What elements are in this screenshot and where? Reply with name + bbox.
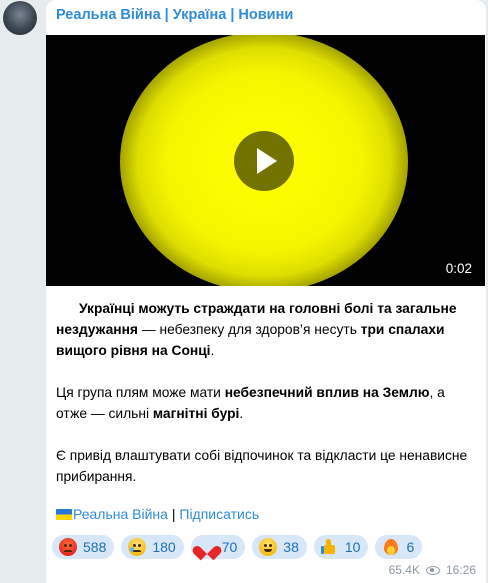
post-footer: Реальна Війна | Підписатись xyxy=(56,506,259,522)
channel-title[interactable]: Реальна Війна | Україна | Новини xyxy=(56,7,293,23)
reaction-thumbs-up[interactable]: 10 xyxy=(313,535,369,559)
crying-face-icon xyxy=(128,538,147,556)
post-text: Українці можуть страждати на головні бол… xyxy=(56,298,476,487)
reaction-heart[interactable]: 70 xyxy=(190,535,246,559)
channel-avatar[interactable] xyxy=(3,1,37,35)
message-bubble: Реальна Війна | Україна | Новини 0:02 Ук… xyxy=(46,0,486,583)
post-text-3: Ця група плям може мати xyxy=(56,385,225,400)
angry-face-icon xyxy=(59,538,77,556)
message-meta: 65.4K 16:26 xyxy=(389,563,476,577)
reaction-count: 6 xyxy=(406,539,415,555)
ukraine-flag-icon xyxy=(56,509,72,520)
reaction-grin[interactable]: 38 xyxy=(252,535,307,559)
message-time: 16:26 xyxy=(445,563,476,577)
reaction-count: 10 xyxy=(344,539,361,555)
post-text-5: . xyxy=(239,406,244,421)
reaction-count: 180 xyxy=(152,539,176,555)
footer-separator: | xyxy=(167,506,180,522)
reaction-fire[interactable]: 6 xyxy=(375,535,423,559)
post-text-2: . xyxy=(210,343,215,358)
subscribe-link[interactable]: Підписатись xyxy=(179,506,259,522)
view-count: 65.4K xyxy=(388,563,420,577)
reaction-count: 588 xyxy=(83,539,107,555)
play-button[interactable] xyxy=(234,131,294,191)
grinning-face-icon xyxy=(259,538,278,556)
post-paragraph-3: Є привід влаштувати собі відпочинок та в… xyxy=(56,448,468,484)
post-text-1: — небезпеку для здоров’я несуть xyxy=(137,322,361,337)
fire-icon xyxy=(382,538,400,556)
reaction-count: 38 xyxy=(283,539,299,555)
video-player[interactable]: 0:02 xyxy=(46,35,485,286)
views-eye-icon xyxy=(425,565,440,575)
post-paragraph-1: Українці можуть страждати на головні бол… xyxy=(56,298,476,361)
post-bold-4: магнітні бурі xyxy=(152,406,240,421)
channel-link[interactable]: Реальна Війна xyxy=(73,506,168,522)
reaction-crying[interactable]: 180 xyxy=(121,535,184,559)
thumbs-up-icon xyxy=(320,538,339,556)
post-paragraph-2: Ця група плям може мати небезпечний впли… xyxy=(56,382,476,424)
red-heart-icon xyxy=(198,538,216,556)
reaction-count: 70 xyxy=(221,539,238,555)
video-duration: 0:02 xyxy=(445,261,472,276)
reaction-angry[interactable]: 588 xyxy=(52,535,115,559)
reactions-bar: 588 180 70 38 10 6 xyxy=(52,535,423,559)
post-bold-3: небезпечний вплив на Землю xyxy=(224,385,430,400)
